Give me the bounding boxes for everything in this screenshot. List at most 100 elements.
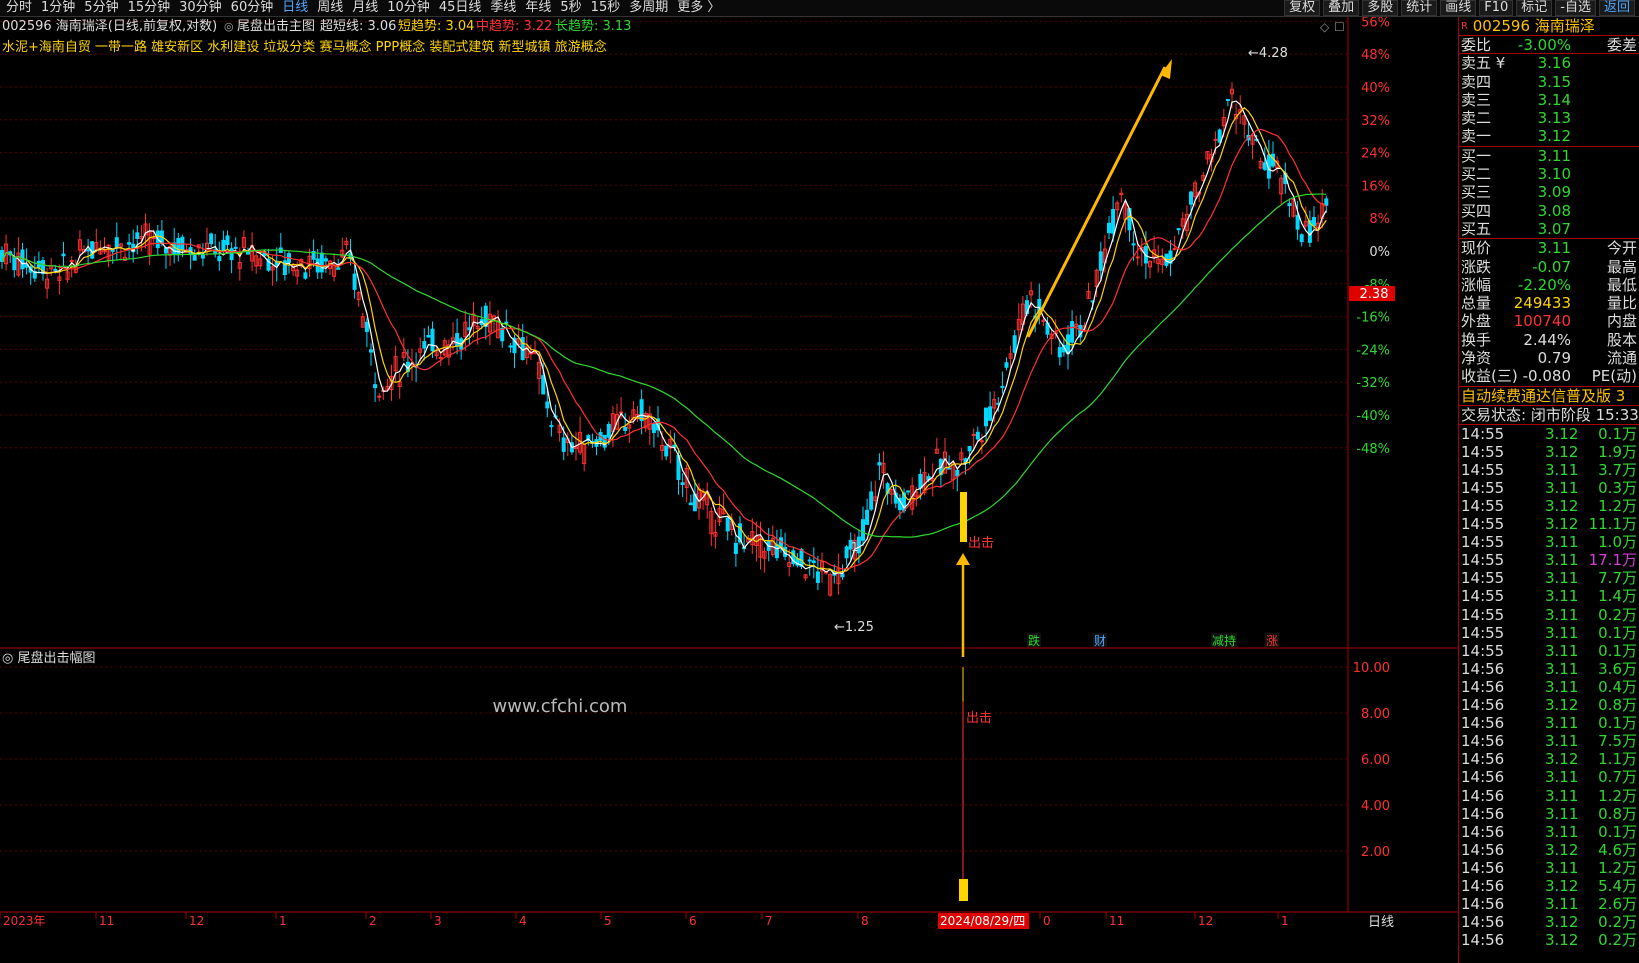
candle-body [352, 273, 357, 290]
wei-bi-value: -3.00% [1517, 36, 1571, 54]
candle-body [127, 242, 132, 245]
sub-axis-label: 6.00 [1361, 753, 1390, 768]
period-tab-1[interactable]: 1分钟 [41, 0, 75, 15]
toolbar-button-6[interactable]: 标记 [1516, 0, 1553, 16]
candle-body [1312, 217, 1316, 227]
period-tab-2[interactable]: 5分钟 [84, 0, 118, 15]
candle-body [651, 423, 656, 433]
candle-body [217, 256, 222, 262]
candle-body [221, 239, 226, 252]
sell-level-5: 卖五 ¥3.16 [1461, 54, 1571, 73]
toolbar-button-4[interactable]: 画线 [1440, 0, 1477, 16]
candle-body [811, 560, 816, 564]
candle-body [733, 542, 738, 554]
tick-row: 14:55 3.12 11.1万 [1461, 515, 1637, 534]
period-tab-14[interactable]: 15秒 [591, 0, 621, 15]
ma-line-1 [1, 106, 1327, 574]
candle-body [975, 431, 980, 440]
indicator-value-3: 长趋势: 3.13 [555, 18, 631, 34]
toolbar-button-7[interactable]: -自选 [1555, 0, 1596, 16]
period-tab-5[interactable]: 60分钟 [231, 0, 274, 15]
candle-body [988, 406, 993, 421]
toolbar-button-3[interactable]: 统计 [1401, 0, 1438, 16]
candle-body [377, 395, 382, 398]
stat-row-2: 涨幅 -2.20% 最低 [1461, 275, 1637, 294]
tick-row: 14:56 3.11 7.5万 [1461, 732, 1637, 751]
candle-body [233, 246, 238, 249]
candle-body [877, 462, 882, 466]
candle-body [192, 255, 197, 261]
candle-body [504, 321, 509, 324]
candle-body [840, 573, 845, 578]
stat-row-0: 现价 3.11 今开 [1461, 239, 1637, 258]
candle-body [323, 258, 328, 262]
period-tab-8[interactable]: 月线 [352, 0, 378, 15]
tick-row: 14:56 3.12 4.6万 [1461, 840, 1637, 859]
wei-bi-row: 委比 -3.00% 委差 [1459, 36, 1639, 55]
toolbar-button-2[interactable]: 多股 [1362, 0, 1399, 16]
period-tab-7[interactable]: 周线 [317, 0, 343, 15]
candle-body [918, 473, 923, 489]
buy-level-1: 买一 3.11 [1461, 146, 1571, 165]
price-axis-label: 8% [1369, 212, 1390, 227]
price-axis-label: -40% [1356, 409, 1390, 424]
gear-icon: ◎ [224, 20, 234, 33]
candle-body [967, 446, 972, 452]
buy-orders: 买一 3.11 买二 3.10 买三 3.09 买四 3.08 买五 3.07 [1459, 146, 1639, 240]
stock-code: 002596 [1472, 17, 1530, 35]
tick-list[interactable]: 14:55 3.12 0.1万 14:55 3.12 1.9万 14:55 3.11 3.7万 1… [1459, 425, 1639, 950]
candle-body [688, 502, 693, 506]
period-tab-4[interactable]: 30分钟 [179, 0, 222, 15]
x-axis-label: 12 [1198, 914, 1213, 928]
period-tab-16[interactable]: 更多 〉 [677, 0, 720, 15]
candle-body [541, 375, 546, 395]
candle-body [373, 384, 378, 389]
trading-app: 分时 1分钟 5分钟 15分钟 30分钟 60分钟 日线 周线 月线 10分钟 45日线 季线 年线 5秒… [0, 0, 1639, 963]
x-axis-label: 5 [604, 914, 612, 928]
period-tab-0[interactable]: 分时 [6, 0, 32, 15]
x-axis-label: 7 [765, 914, 773, 928]
sell-level-4: 卖四 3.15 [1461, 72, 1571, 91]
subscription-banner[interactable]: 自动续费通达信普及版 3 [1459, 387, 1639, 406]
buy-level-5: 买五 3.07 [1461, 219, 1571, 238]
candle-body [561, 437, 566, 452]
tick-row: 14:56 3.12 0.8万 [1461, 696, 1637, 715]
tick-row: 14:56 3.12 0.2万 [1461, 913, 1637, 932]
kline-chart[interactable]: 56%48%40%32%24%16%8%0%-8%-16%-24%-32%-40… [0, 17, 1458, 963]
candle-body [229, 248, 234, 261]
tick-row: 14:55 3.11 1.0万 [1461, 533, 1637, 552]
toolbar-button-8[interactable]: 返回 [1598, 0, 1635, 16]
ma-line-0 [1, 100, 1327, 575]
period-tab-9[interactable]: 10分钟 [387, 0, 430, 15]
x-axis-label: 2023年 [3, 914, 46, 928]
period-tab-15[interactable]: 多周期 [629, 0, 668, 15]
buy-level-2: 买二 3.10 [1461, 165, 1571, 184]
price-axis-label: 40% [1361, 81, 1390, 96]
candle-body [1189, 191, 1193, 205]
candle-body [61, 253, 66, 257]
candle-body [1299, 234, 1304, 243]
candle-body [225, 235, 230, 246]
period-tab-13[interactable]: 5秒 [560, 0, 581, 15]
candle-body [209, 233, 214, 245]
candle-body [422, 341, 427, 349]
tick-row: 14:56 3.12 1.1万 [1461, 750, 1637, 769]
tick-row: 14:55 3.12 0.1万 [1461, 424, 1637, 443]
price-axis-label: 0% [1369, 245, 1390, 260]
sub-signal-bar [959, 879, 968, 901]
period-tab-3[interactable]: 15分钟 [128, 0, 171, 15]
period-tab-12[interactable]: 年线 [525, 0, 551, 15]
period-tab-6[interactable]: 日线 [282, 0, 308, 15]
candle-body [1111, 208, 1116, 234]
candle-body [90, 241, 95, 259]
sell-level-2: 卖二 3.13 [1461, 109, 1571, 128]
price-axis-label: 32% [1361, 114, 1390, 129]
period-tab-10[interactable]: 45日线 [439, 0, 482, 15]
mark-label: 1 [851, 540, 859, 554]
toolbar-button-5[interactable]: F10 [1479, 0, 1514, 16]
price-axis-label: -48% [1356, 442, 1390, 457]
toolbar-button-1[interactable]: 叠加 [1323, 0, 1360, 16]
toolbar-button-0[interactable]: 复权 [1284, 0, 1321, 16]
tick-row: 14:56 3.11 3.6万 [1461, 659, 1637, 678]
period-tab-11[interactable]: 季线 [490, 0, 516, 15]
